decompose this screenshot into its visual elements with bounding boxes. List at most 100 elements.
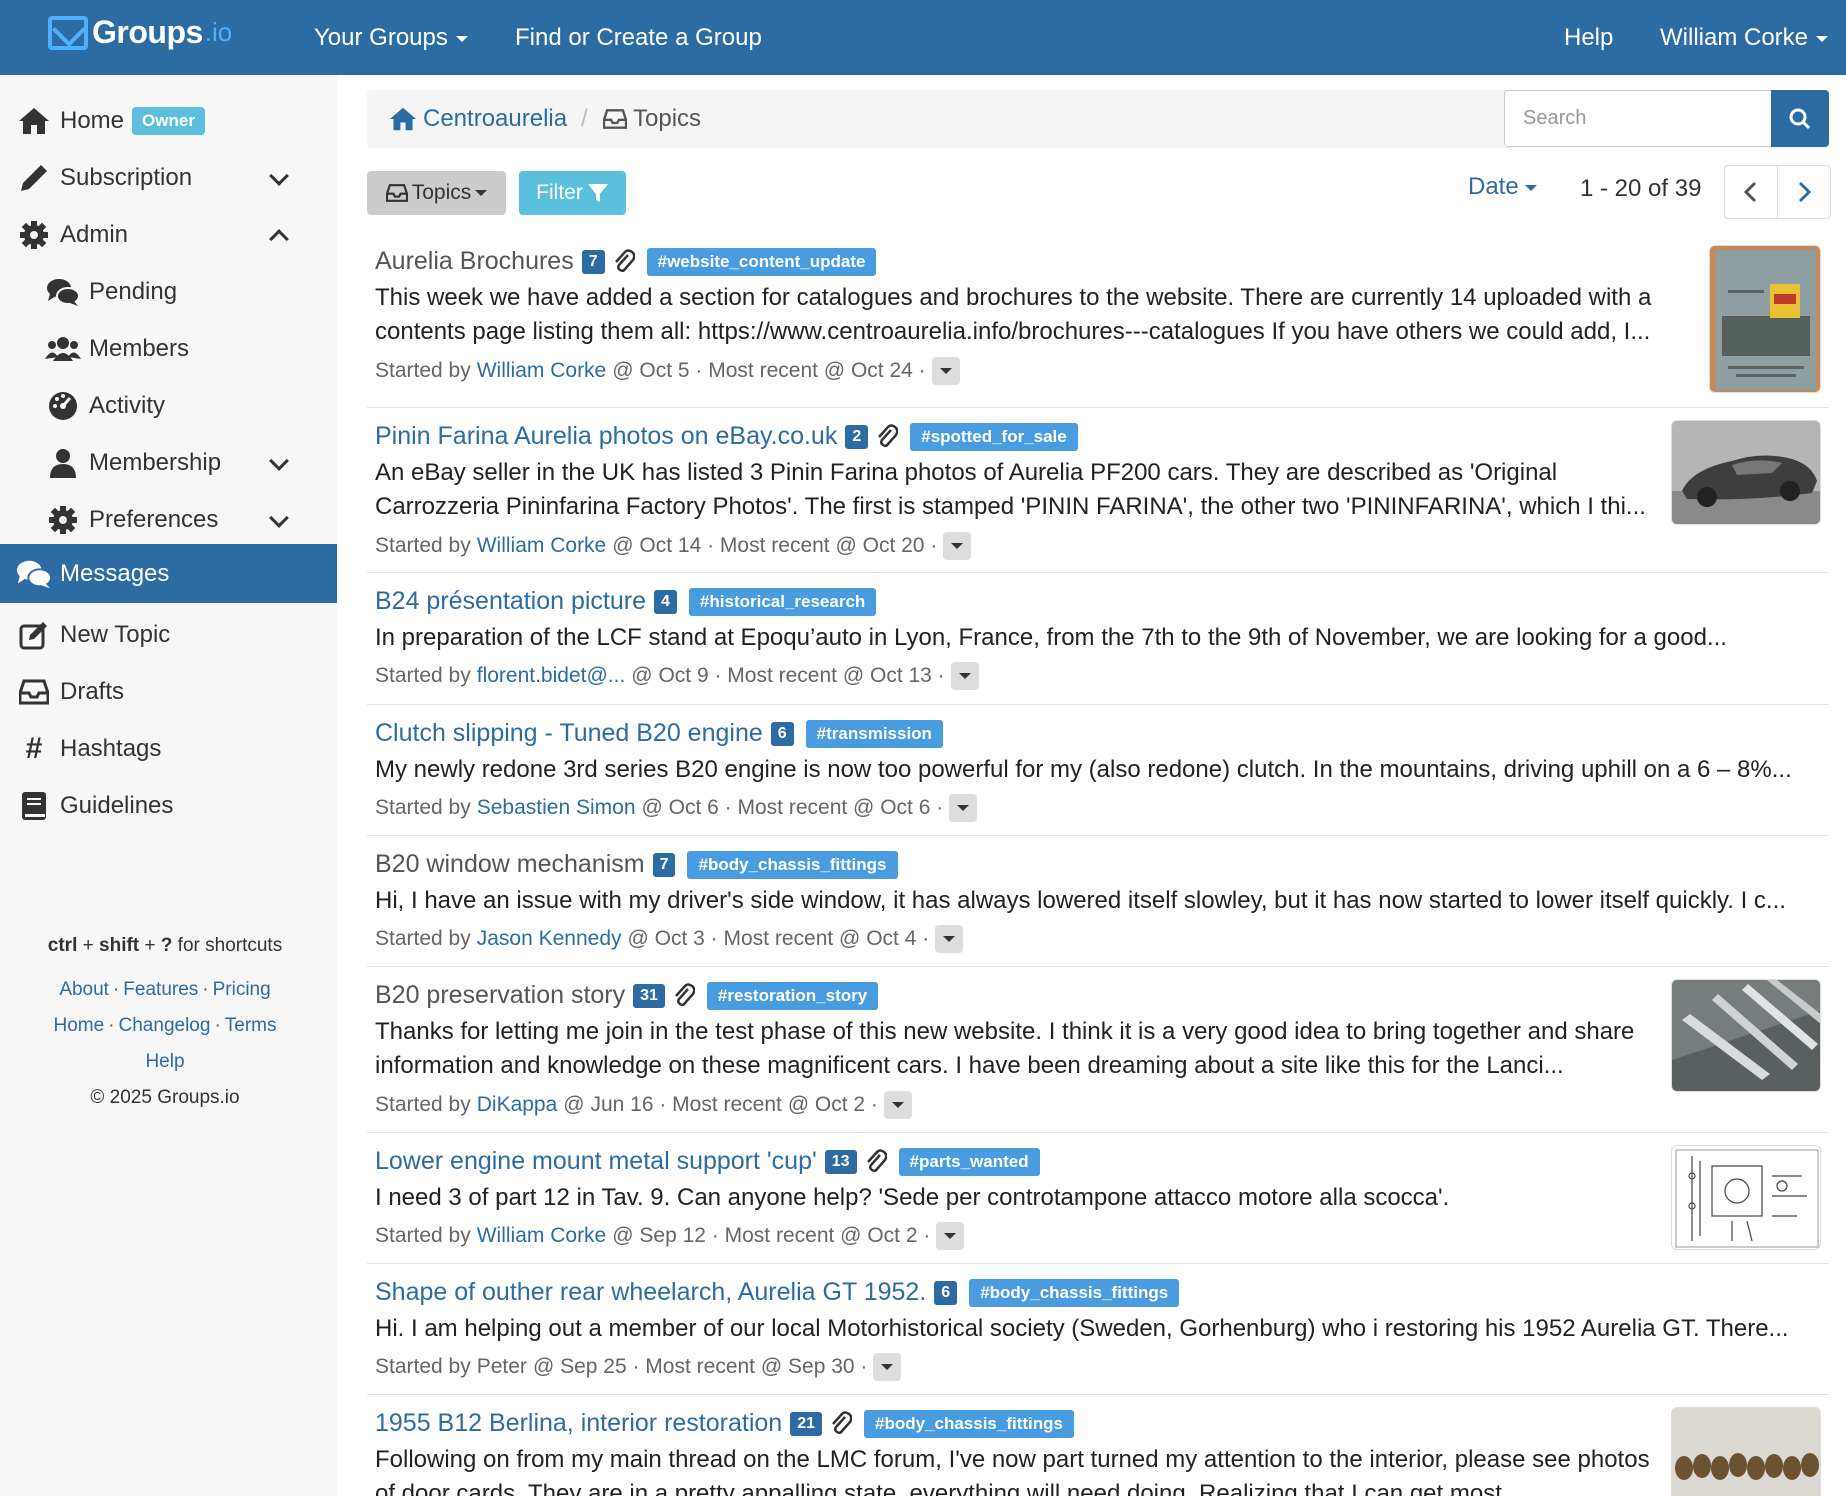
author-link[interactable]: florent.bidet@... [477,664,626,688]
filter-button[interactable]: Filter [519,171,626,215]
author-link[interactable]: Sebastien Simon [477,796,636,820]
user-menu-dropdown[interactable]: William Corke [1660,0,1829,75]
car-photo-thumbnail[interactable] [1671,420,1821,525]
topic-subject-link[interactable]: Lower engine mount metal support 'cup' [375,1147,817,1176]
diagram-thumbnail[interactable] [1671,1145,1821,1250]
topic-dates: @ Oct 3 · Most recent @ Oct 4 · [627,927,930,950]
reply-count-badge: 31 [633,983,665,1008]
sidebar-item-drafts[interactable]: Drafts [0,663,337,720]
topic-subject-link[interactable]: B24 présentation picture [375,587,646,616]
prev-page-button[interactable] [1724,165,1778,219]
sidebar-item-pending[interactable]: Pending [0,263,337,320]
topic-actions-dropdown[interactable] [950,662,979,690]
sidebar-item-label: Preferences [89,505,219,533]
sidebar-item-new-topic[interactable]: New Topic [0,606,337,663]
your-groups-dropdown[interactable]: Your Groups [314,0,468,75]
topic-actions-dropdown[interactable] [883,1091,912,1119]
sidebar-item-preferences[interactable]: Preferences [0,491,337,548]
topic-subject-link[interactable]: Aurelia Brochures [375,247,574,276]
topic-actions-dropdown[interactable] [931,357,960,385]
sidebar-item-activity[interactable]: Activity [0,377,337,434]
inbox-icon [603,109,627,129]
topic-subject-link[interactable]: 1955 B12 Berlina, interior restoration [375,1409,782,1438]
started-by-label: Started by [375,796,471,819]
inbox-icon [16,676,52,708]
topics-dropdown-button[interactable]: Topics [367,171,506,215]
hashtag-icon: # [25,731,43,765]
hashtag-badge[interactable]: #restoration_story [706,981,879,1010]
topic-subject-link[interactable]: Shape of outher rear wheelarch, Aurelia … [375,1278,926,1307]
sidebar-item-admin[interactable]: Admin [0,206,337,263]
help-footer-link[interactable]: Help [145,1051,184,1072]
sidebar-item-messages[interactable]: Messages [0,544,337,603]
author-link[interactable]: DiKappa [477,1093,558,1117]
topic-actions-dropdown[interactable] [936,1222,965,1250]
your-groups-label: Your Groups [314,24,448,51]
author-link[interactable]: William Corke [477,534,607,558]
topic-actions-dropdown[interactable] [949,794,978,822]
sidebar-item-home[interactable]: Home Owner [0,92,337,149]
author-link[interactable]: William Corke [477,1224,607,1248]
features-link[interactable]: Features [123,979,198,1000]
hashtag-badge[interactable]: #historical_research [688,587,877,616]
search-input[interactable] [1504,90,1772,147]
breadcrumb-group-link[interactable]: Centroaurelia [389,90,567,148]
gear-icon [45,504,81,536]
topic-subject-link[interactable]: Pinin Farina Aurelia photos on eBay.co.u… [375,422,837,451]
filter-icon [587,184,608,202]
about-link[interactable]: About [59,979,109,1000]
owner-badge: Owner [132,106,205,135]
interior-photo-thumbnail[interactable] [1671,1407,1821,1496]
sidebar-item-guidelines[interactable]: Guidelines [0,777,337,834]
home-link[interactable]: Home [54,1015,105,1036]
topic-actions-dropdown[interactable] [943,532,972,560]
sidebar-item-membership[interactable]: Membership [0,434,337,491]
sidebar-item-hashtags[interactable]: # Hashtags [0,720,337,777]
hashtag-badge[interactable]: #body_chassis_fittings [969,1278,1180,1307]
pricing-link[interactable]: Pricing [213,979,271,1000]
hashtag-badge[interactable]: #website_content_update [646,247,877,276]
gear-icon [16,219,52,251]
chevron-left-icon [1743,181,1757,203]
changelog-link[interactable]: Changelog [119,1015,211,1036]
home-icon [16,105,52,137]
next-page-button[interactable] [1777,165,1831,219]
top-navbar: Groups .io Your Groups Find or Create a G… [0,0,1846,75]
caret-down-icon [1524,184,1537,191]
sidebar-item-members[interactable]: Members [0,320,337,377]
page-range: 1 - 20 of 39 [1580,175,1702,202]
paperclip-icon [830,1410,852,1437]
groups-io-logo[interactable]: Groups .io [48,14,232,51]
hashtag-badge[interactable]: #body_chassis_fittings [687,850,898,879]
topic-dates: @ Jun 16 · Most recent @ Oct 2 · [563,1093,878,1116]
topic-actions-dropdown[interactable] [935,925,964,953]
hashtag-badge[interactable]: #transmission [805,719,943,748]
paperclip-icon [865,1148,887,1175]
author-link[interactable]: Jason Kennedy [477,927,622,951]
topic-snippet: In preparation of the LCF stand at Epoqu… [375,624,1727,651]
reply-count-badge: 7 [581,249,605,274]
terms-link[interactable]: Terms [225,1015,277,1036]
sort-date-dropdown[interactable]: Date [1468,173,1537,201]
sidebar-item-subscription[interactable]: Subscription [0,149,337,206]
author-link[interactable]: William Corke [477,359,607,383]
filter-button-label: Filter [536,181,583,204]
brand-name: Groups [92,14,203,50]
hashtag-badge[interactable]: #parts_wanted [898,1147,1040,1176]
parts-photo-thumbnail[interactable] [1671,979,1821,1092]
topic-subject-link[interactable]: Clutch slipping - Tuned B20 engine [375,719,763,748]
sidebar-item-label: Guidelines [60,791,174,819]
brochure-thumbnail[interactable] [1709,245,1821,393]
hashtag-badge[interactable]: #spotted_for_sale [910,422,1078,451]
hashtag-badge[interactable]: #body_chassis_fittings [863,1409,1074,1438]
reply-count-badge: 7 [652,852,676,877]
help-link[interactable]: Help [1564,0,1613,75]
topic-subject-link[interactable]: B20 preservation story [375,981,625,1010]
find-create-group-link[interactable]: Find or Create a Group [515,0,762,75]
topic-actions-dropdown[interactable] [873,1353,902,1381]
breadcrumb-separator: / [581,105,588,132]
topic-meta: Started by William Corke @ Sep 12 · Most… [375,1222,965,1250]
search-button[interactable] [1771,90,1829,147]
caret-down-icon [958,673,971,679]
topic-subject-link[interactable]: B20 window mechanism [375,850,645,879]
